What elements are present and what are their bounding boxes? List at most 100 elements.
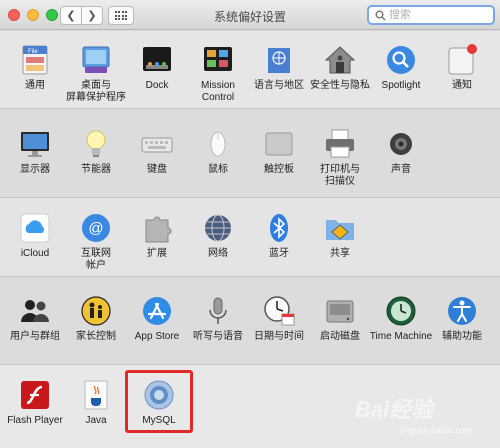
pane-flash-player[interactable]: Flash Player bbox=[4, 378, 66, 427]
pane-keyboard[interactable]: 键盘 bbox=[126, 127, 188, 176]
pane-icloud[interactable]: iCloud bbox=[4, 211, 66, 260]
pane-label: 鼠标 bbox=[208, 164, 228, 175]
sharing-folder-icon bbox=[323, 211, 357, 245]
pane-label: Dock bbox=[145, 80, 169, 91]
pane-label: 辅助功能 bbox=[442, 331, 482, 342]
keyboard-icon bbox=[140, 127, 174, 161]
pane-dictation[interactable]: 听写与语音 bbox=[187, 294, 249, 343]
pane-label: 显示器 bbox=[20, 164, 50, 175]
pane-label: 网络 bbox=[208, 248, 228, 259]
pane-energy[interactable]: 节能器 bbox=[65, 127, 127, 176]
pane-label: Mission Control bbox=[201, 80, 235, 103]
pane-label: 听写与语音 bbox=[193, 331, 243, 342]
svg-text:File: File bbox=[28, 49, 38, 55]
pane-extensions[interactable]: 扩展 bbox=[126, 211, 188, 260]
pane-accessibility[interactable]: 辅助功能 bbox=[431, 294, 493, 343]
display-icon bbox=[18, 127, 52, 161]
pane-label: 键盘 bbox=[147, 164, 167, 175]
dock-icon bbox=[140, 43, 174, 77]
pane-label: Spotlight bbox=[381, 80, 421, 91]
notifications-icon bbox=[445, 43, 479, 77]
pane-label: Time Machine bbox=[369, 331, 433, 342]
pane-label: 通用 bbox=[25, 80, 45, 91]
title-bar: ❮ ❯ 系统偏好设置 bbox=[0, 0, 500, 30]
pane-label: 通知 bbox=[452, 80, 472, 91]
flash-player-icon bbox=[18, 378, 52, 412]
pane-security[interactable]: 安全性与隐私 bbox=[309, 43, 371, 92]
lightbulb-icon bbox=[79, 127, 113, 161]
pane-parental[interactable]: 家长控制 bbox=[65, 294, 127, 343]
pane-label: 声音 bbox=[391, 164, 411, 175]
users-icon bbox=[18, 294, 52, 328]
mysql-highlight-box bbox=[125, 370, 193, 433]
pane-sharing[interactable]: 共享 bbox=[309, 211, 371, 260]
at-sign-icon: @ bbox=[79, 211, 113, 245]
pane-app-store[interactable]: App Store bbox=[126, 294, 188, 343]
pane-general[interactable]: File 通用 bbox=[4, 43, 66, 92]
pane-printers[interactable]: 打印机与 扫描仪 bbox=[309, 127, 371, 188]
mission-control-icon bbox=[201, 43, 235, 77]
pane-label: 启动磁盘 bbox=[320, 331, 360, 342]
icloud-icon bbox=[18, 211, 52, 245]
java-icon bbox=[79, 378, 113, 412]
pane-label: 节能器 bbox=[81, 164, 111, 175]
pane-language[interactable]: 语言与地区 bbox=[248, 43, 310, 92]
pane-label: 打印机与 扫描仪 bbox=[320, 164, 360, 187]
watermark: Bai经验 bbox=[355, 397, 434, 422]
desktop-icon bbox=[79, 43, 113, 77]
pane-label: App Store bbox=[134, 331, 180, 342]
pane-label: 日期与时间 bbox=[254, 331, 304, 342]
pane-label: 桌面与 屏幕保护程序 bbox=[66, 80, 126, 103]
pane-bluetooth[interactable]: 蓝牙 bbox=[248, 211, 310, 260]
accessibility-icon bbox=[445, 294, 479, 328]
pane-dock[interactable]: Dock bbox=[126, 43, 188, 92]
pane-label: 语言与地区 bbox=[254, 80, 304, 91]
pane-label: 扩展 bbox=[147, 248, 167, 259]
pane-time-machine[interactable]: Time Machine bbox=[370, 294, 432, 343]
pane-label: iCloud bbox=[20, 248, 50, 259]
pane-startup-disk[interactable]: 启动磁盘 bbox=[309, 294, 371, 343]
search-icon bbox=[375, 10, 386, 21]
hard-disk-icon bbox=[323, 294, 357, 328]
spotlight-icon bbox=[384, 43, 418, 77]
search-field[interactable] bbox=[367, 5, 495, 25]
pane-java[interactable]: Java bbox=[65, 378, 127, 427]
microphone-icon bbox=[201, 294, 235, 328]
pane-users[interactable]: 用户与群组 bbox=[4, 294, 66, 343]
general-file-icon: File bbox=[18, 43, 52, 77]
trackpad-icon bbox=[262, 127, 296, 161]
pane-mouse[interactable]: 鼠标 bbox=[187, 127, 249, 176]
pane-displays[interactable]: 显示器 bbox=[4, 127, 66, 176]
time-machine-icon bbox=[384, 294, 418, 328]
pane-label: Flash Player bbox=[7, 415, 63, 426]
pane-spotlight[interactable]: Spotlight bbox=[370, 43, 432, 92]
clock-calendar-icon bbox=[262, 294, 296, 328]
pane-network[interactable]: 网络 bbox=[187, 211, 249, 260]
pane-label: 共享 bbox=[330, 248, 350, 259]
pane-label: 蓝牙 bbox=[269, 248, 289, 259]
pane-label: 用户与群组 bbox=[10, 331, 60, 342]
pane-trackpad[interactable]: 触控板 bbox=[248, 127, 310, 176]
search-input[interactable] bbox=[389, 9, 489, 21]
parental-controls-icon bbox=[79, 294, 113, 328]
puzzle-icon bbox=[140, 211, 174, 245]
pane-label: 互联网 帐户 bbox=[81, 248, 111, 271]
pane-label: 安全性与隐私 bbox=[310, 80, 370, 91]
speaker-icon bbox=[384, 127, 418, 161]
pane-notifications[interactable]: 通知 bbox=[431, 43, 493, 92]
house-icon bbox=[323, 43, 357, 77]
pane-internet-accounts[interactable]: @ 互联网 帐户 bbox=[65, 211, 127, 272]
pane-label: Java bbox=[85, 415, 107, 426]
pane-datetime[interactable]: 日期与时间 bbox=[248, 294, 310, 343]
svg-text:@: @ bbox=[88, 220, 103, 237]
mouse-icon bbox=[201, 127, 235, 161]
printer-icon bbox=[323, 127, 357, 161]
pane-sound[interactable]: 声音 bbox=[370, 127, 432, 176]
globe-flag-icon bbox=[262, 43, 296, 77]
pane-label: 触控板 bbox=[264, 164, 294, 175]
watermark-url: jingyan.baidu.com bbox=[400, 425, 473, 435]
pane-mission-control[interactable]: Mission Control bbox=[187, 43, 249, 104]
pane-desktop[interactable]: 桌面与 屏幕保护程序 bbox=[65, 43, 127, 104]
pane-label: 家长控制 bbox=[76, 331, 116, 342]
network-globe-icon bbox=[201, 211, 235, 245]
